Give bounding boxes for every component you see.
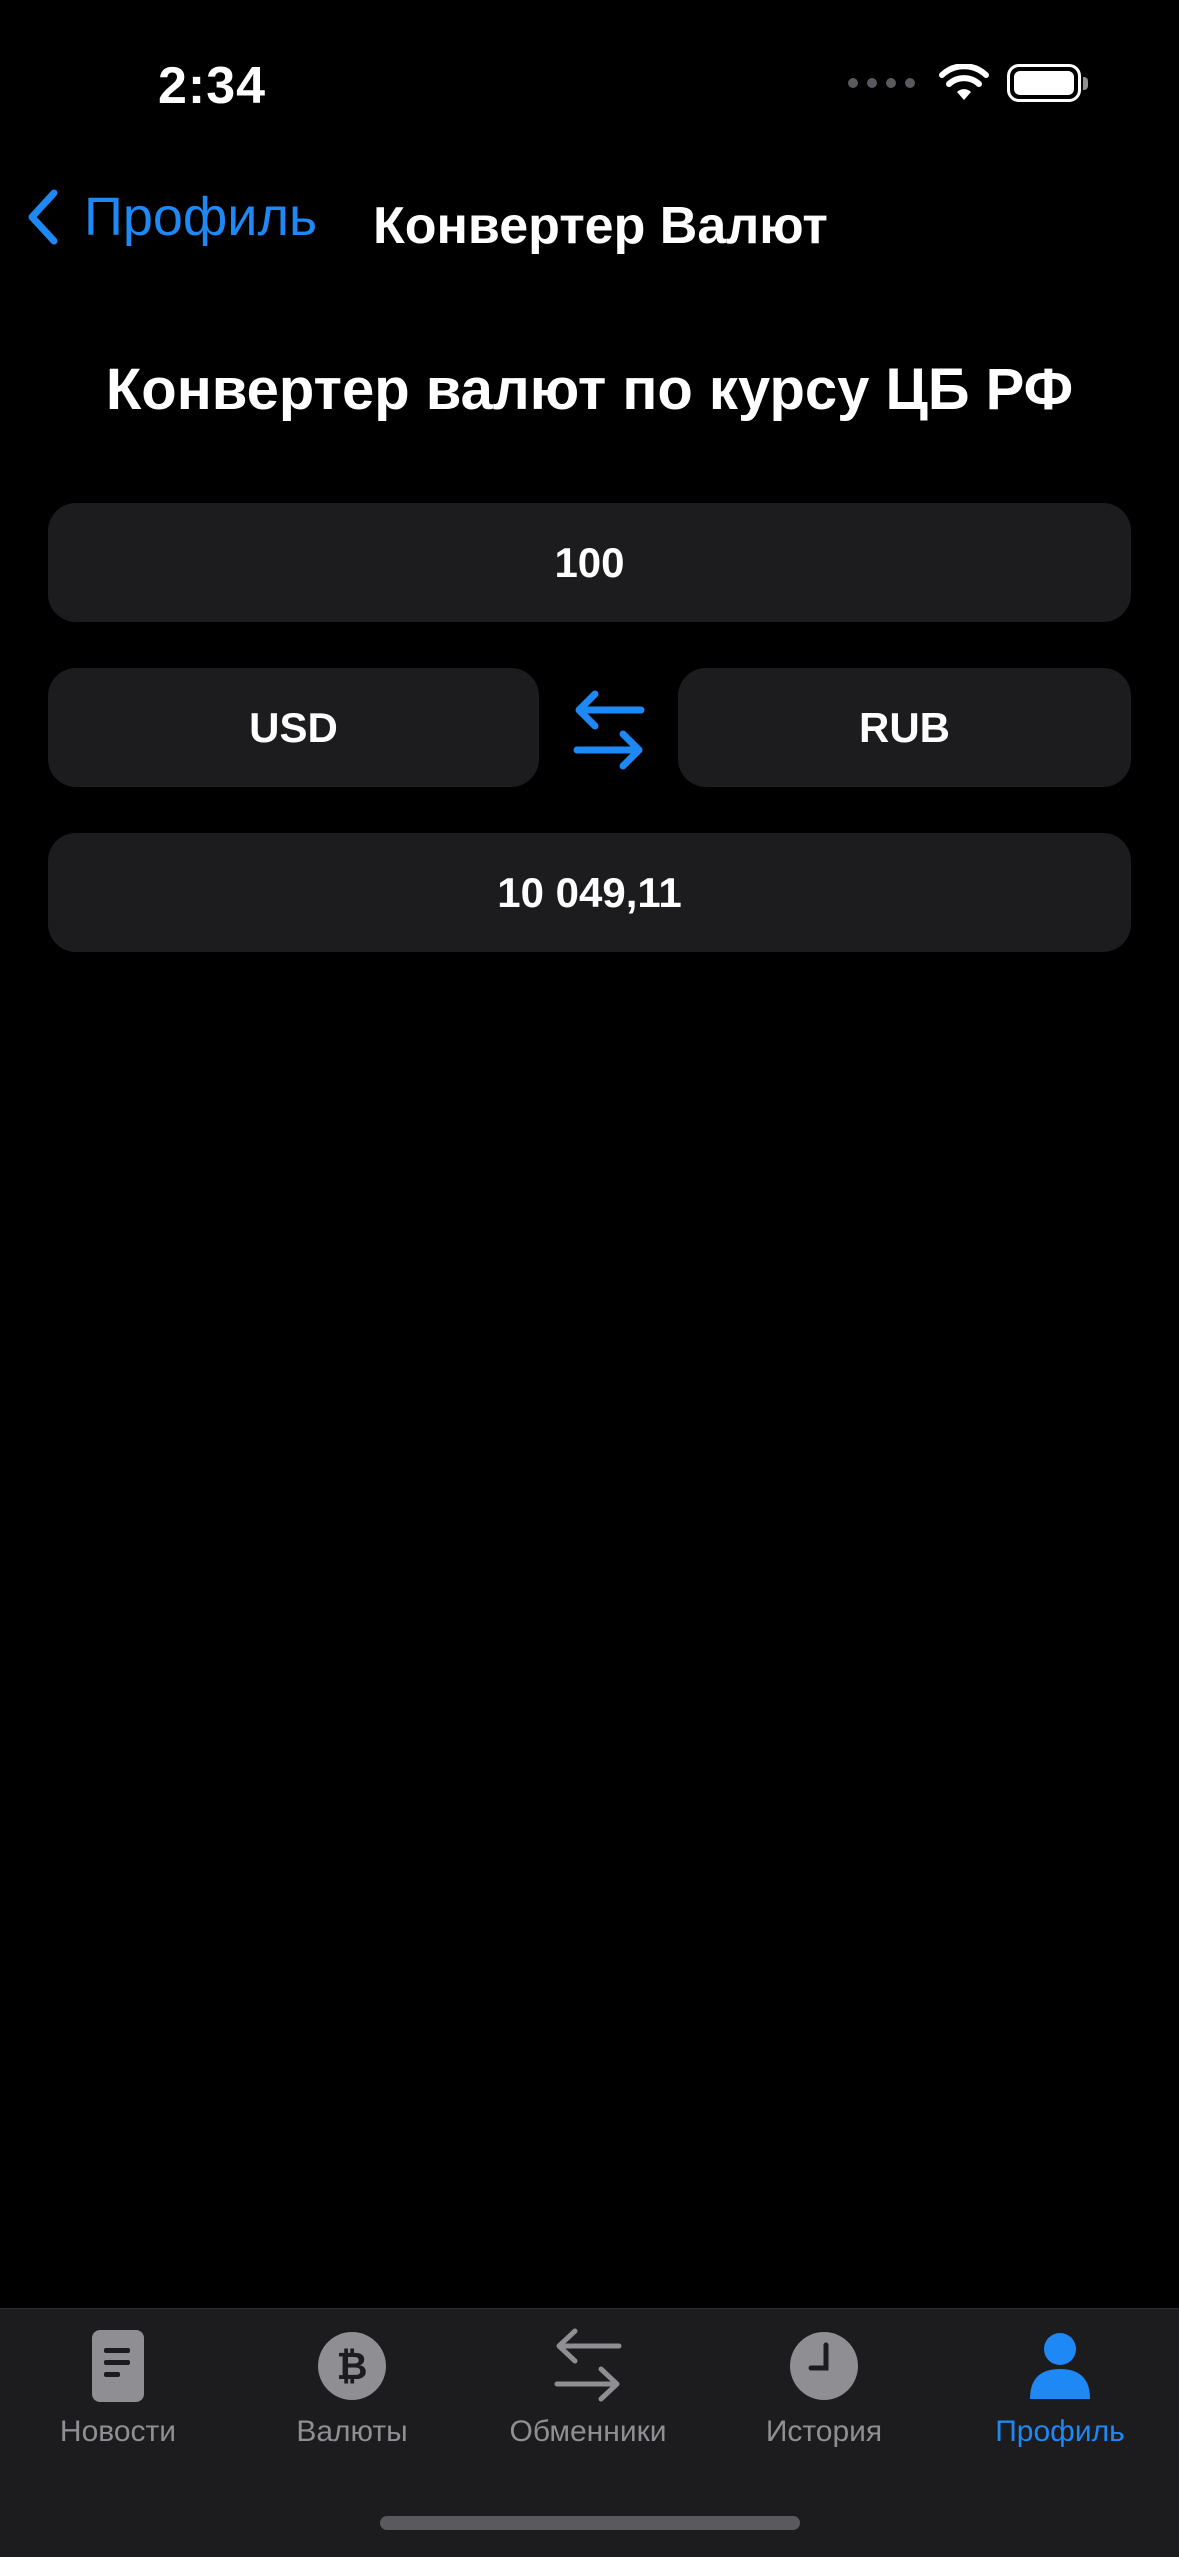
swap-currencies-button[interactable] [566, 680, 652, 780]
bitcoin-icon: ₿ [318, 2332, 386, 2400]
cellular-signal-icon [848, 78, 915, 88]
tab-history[interactable]: История [706, 2309, 942, 2459]
tab-profile[interactable]: Профиль [942, 2309, 1178, 2459]
amount-value: 100 [554, 538, 625, 586]
status-time: 2:34 [158, 57, 267, 115]
swap-arrows-icon [573, 690, 645, 770]
news-icon [92, 2330, 144, 2402]
from-currency-selector[interactable]: USD [48, 668, 539, 787]
tab-news-label: Новости [59, 2415, 177, 2448]
tab-exchangers-label: Обменники [509, 2415, 667, 2448]
home-indicator [380, 2516, 800, 2530]
battery-icon [1007, 64, 1088, 102]
tab-news[interactable]: Новости [0, 2309, 236, 2459]
chevron-left-icon [28, 189, 58, 245]
person-icon [1030, 2333, 1090, 2399]
tab-exchangers[interactable]: Обменники [470, 2309, 706, 2459]
svg-text:₿: ₿ [337, 2344, 368, 2388]
wifi-icon [939, 64, 989, 100]
amount-input[interactable]: 100 [48, 503, 1131, 622]
status-icons [848, 64, 1088, 102]
back-button[interactable]: Профиль [24, 186, 317, 248]
tab-currencies[interactable]: ₿ Валюты [234, 2309, 470, 2459]
back-button-label: Профиль [84, 187, 318, 247]
result-output: 10 049,11 [48, 833, 1131, 952]
from-currency-label: USD [249, 703, 338, 751]
exchange-arrows-icon [554, 2328, 622, 2402]
tab-history-label: История [765, 2415, 883, 2448]
to-currency-selector[interactable]: RUB [678, 668, 1131, 787]
tab-currencies-label: Валюты [296, 2415, 408, 2448]
page-heading: Конвертер валют по курсу ЦБ РФ [105, 357, 1074, 422]
tab-profile-label: Профиль [995, 2415, 1125, 2448]
nav-title: Конвертер Валют [373, 197, 828, 255]
result-value: 10 049,11 [497, 868, 682, 916]
to-currency-label: RUB [859, 703, 950, 751]
clock-icon [790, 2332, 858, 2400]
